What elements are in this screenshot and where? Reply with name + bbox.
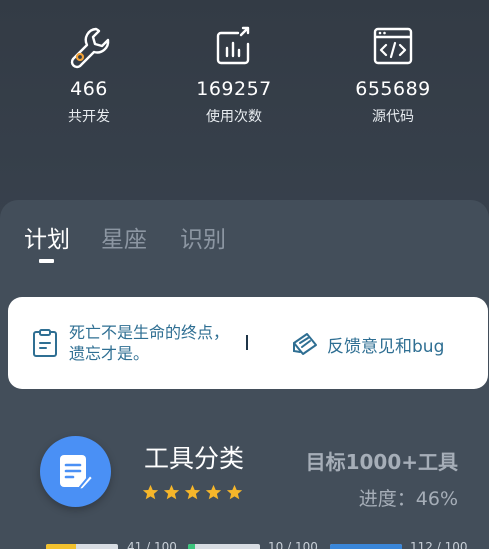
star-icon	[205, 484, 222, 500]
star-icon	[142, 484, 159, 500]
stat-label: 共开发	[68, 109, 110, 125]
progress-count: 41 / 100	[127, 540, 177, 549]
tab-active-indicator	[39, 259, 54, 263]
progress-bar	[46, 544, 118, 549]
target-label: 目标1000+工具	[305, 450, 458, 474]
stat-developed[interactable]: 466 共开发	[14, 24, 164, 126]
note-edit-icon	[60, 455, 94, 491]
progress-bar-fill	[330, 544, 402, 549]
quote-text: 死亡不是生命的终点，遗忘才是。	[69, 323, 230, 363]
stat-value: 169257	[196, 78, 272, 100]
stat-label: 使用次数	[206, 109, 262, 125]
stat-source-code[interactable]: 655689 源代码	[318, 24, 468, 126]
star-icon	[226, 484, 243, 500]
progress-count: 10 / 100	[268, 540, 318, 549]
stats-section: 466 共开发 169257 使用次数 655689 源代码	[0, 0, 489, 200]
feedback-icon[interactable]	[291, 329, 319, 357]
category-title: 工具分类	[144, 444, 245, 473]
notice-card: 死亡不是生命的终点，遗忘才是。 反馈意见和bug	[8, 297, 488, 389]
code-icon	[373, 27, 413, 65]
clipboard-icon	[33, 329, 57, 357]
star-icon	[184, 484, 201, 500]
tab-recognize[interactable]: 识别	[180, 220, 226, 254]
stat-label: 源代码	[372, 109, 414, 125]
progress-bar-fill	[188, 544, 196, 549]
tab-constellation[interactable]: 星座	[101, 220, 147, 254]
stat-usage[interactable]: 169257 使用次数	[159, 24, 309, 126]
stat-value: 466	[70, 78, 108, 100]
progress-bar	[188, 544, 260, 549]
tab-plan[interactable]: 计划	[24, 220, 70, 254]
chart-icon	[216, 26, 250, 65]
progress-label: 进度：46%	[358, 488, 458, 510]
category-icon-badge[interactable]	[40, 436, 111, 507]
progress-bar	[330, 544, 402, 549]
progress-bar-fill	[46, 544, 76, 549]
feedback-link[interactable]: 反馈意见和bug	[327, 332, 444, 357]
progress-count: 112 / 100	[410, 540, 468, 549]
wrench-icon	[70, 27, 110, 69]
divider	[246, 335, 248, 350]
stat-value: 655689	[355, 78, 431, 100]
star-icon	[163, 484, 180, 500]
